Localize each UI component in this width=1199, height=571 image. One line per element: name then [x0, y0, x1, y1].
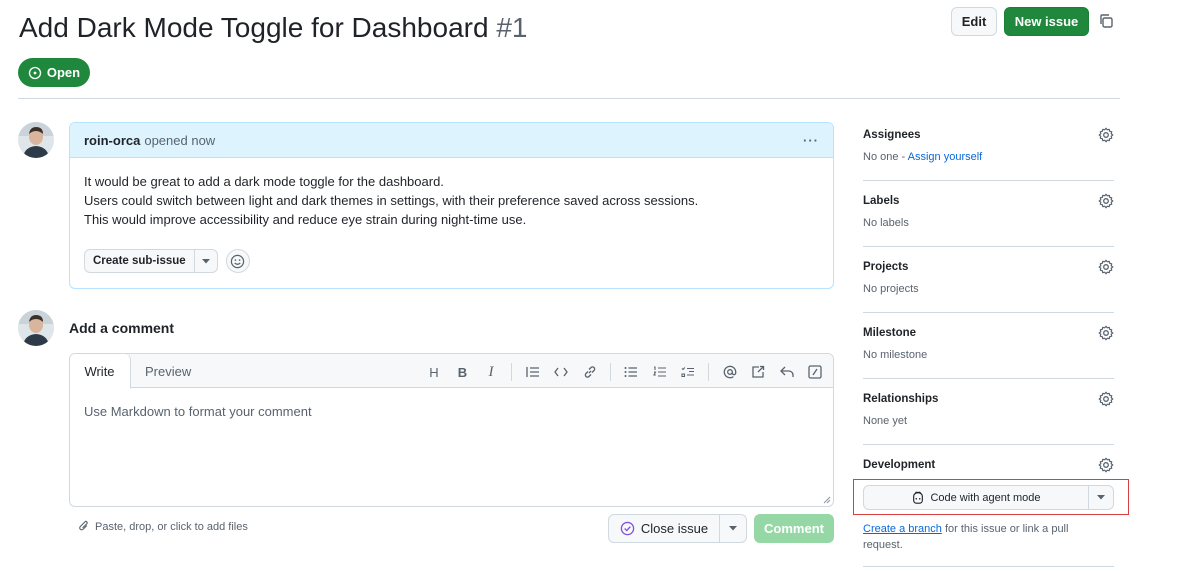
sidebar-heading[interactable]: Assignees — [863, 129, 1114, 141]
heading-icon[interactable]: H — [426, 364, 442, 380]
sidebar-heading[interactable]: Development — [863, 459, 1114, 471]
sidebar-value: No one - Assign yourself — [863, 151, 1114, 163]
smiley-icon — [230, 254, 245, 268]
gear-icon[interactable] — [1098, 391, 1114, 407]
task-list-icon[interactable] — [680, 364, 696, 380]
divider — [18, 98, 1120, 99]
slash-command-icon[interactable] — [807, 364, 823, 380]
sidebar-value: No labels — [863, 217, 909, 229]
add-reaction-button[interactable] — [225, 249, 250, 273]
status-badge: Open — [18, 58, 90, 87]
create-sub-issue-label[interactable]: Create sub-issue — [85, 250, 195, 272]
issue-open-icon — [28, 66, 42, 79]
close-issue-main[interactable]: Close issue — [609, 515, 720, 542]
divider — [863, 312, 1114, 313]
sidebar-projects: Projects No projects — [863, 259, 1114, 295]
issue-comment: roin-orca opened now ··· It would be gre… — [69, 122, 834, 289]
divider — [863, 246, 1114, 247]
comment-line: It would be great to add a dark mode tog… — [84, 174, 444, 189]
ordered-list-icon[interactable] — [652, 364, 668, 380]
sidebar-value: No projects — [863, 283, 919, 295]
tab-preview[interactable]: Preview — [145, 354, 191, 389]
gear-icon[interactable] — [1098, 325, 1114, 341]
add-comment-heading: Add a comment — [69, 320, 175, 336]
sidebar-relationships: Relationships None yet — [863, 391, 1114, 427]
gear-icon[interactable] — [1098, 127, 1114, 143]
issue-title: Add Dark Mode Toggle for Dashboard #1 — [19, 10, 527, 46]
link-icon[interactable] — [582, 364, 598, 380]
comment-line: Users could switch between light and dar… — [84, 193, 699, 208]
resize-handle-icon[interactable] — [823, 496, 831, 504]
reply-icon[interactable] — [779, 364, 795, 380]
chevron-down-icon[interactable] — [1089, 486, 1113, 509]
sidebar-assignees: Assignees No one - Assign yourself — [863, 127, 1114, 163]
editor-toolbar: Write Preview H B I — [70, 354, 833, 389]
create-sub-issue-button: Create sub-issue — [84, 249, 218, 273]
divider — [863, 444, 1114, 445]
chevron-down-icon[interactable] — [195, 250, 217, 272]
divider — [863, 566, 1114, 567]
file-attach-hint[interactable]: Paste, drop, or click to add files — [78, 520, 248, 533]
close-issue-button: Close issue — [608, 514, 747, 543]
reference-icon[interactable] — [750, 364, 766, 380]
comment-body: It would be great to add a dark mode tog… — [70, 158, 833, 229]
code-with-agent-label: Code with agent mode — [930, 491, 1041, 504]
create-branch-link[interactable]: Create a branch — [863, 523, 942, 535]
comment-header: roin-orca opened now ··· — [70, 123, 833, 158]
kebab-menu-icon[interactable]: ··· — [803, 133, 819, 148]
no-assignee-label: No one - — [863, 151, 908, 163]
edit-button[interactable]: Edit — [951, 7, 997, 36]
close-issue-label: Close issue — [640, 521, 709, 536]
paperclip-icon — [79, 520, 88, 531]
divider — [863, 180, 1114, 181]
code-icon[interactable] — [553, 364, 569, 380]
avatar[interactable] — [18, 122, 54, 158]
sidebar-heading[interactable]: Milestone — [863, 327, 1114, 339]
paste-hint-label: Paste, drop, or click to add files — [95, 520, 248, 533]
sidebar-heading[interactable]: Relationships — [863, 393, 1114, 405]
tab-write[interactable]: Write — [70, 354, 131, 389]
sidebar-value: No milestone — [863, 349, 928, 361]
divider — [511, 363, 512, 381]
copy-icon[interactable] — [1098, 13, 1114, 29]
sidebar-milestone: Milestone No milestone — [863, 325, 1114, 361]
divider — [609, 363, 611, 381]
code-with-agent-button: Code with agent mode — [863, 485, 1114, 510]
comment-button[interactable]: Comment — [754, 514, 834, 543]
new-issue-button[interactable]: New issue — [1004, 7, 1089, 36]
check-circle-icon — [620, 521, 635, 536]
comment-editor: Write Preview H B I Use Markdown to form… — [69, 353, 834, 507]
gear-icon[interactable] — [1098, 457, 1114, 473]
gear-icon[interactable] — [1098, 193, 1114, 209]
italic-icon[interactable]: I — [483, 364, 499, 380]
comment-author[interactable]: roin-orca — [84, 133, 140, 148]
sidebar-heading[interactable]: Projects — [863, 261, 1114, 273]
avatar[interactable] — [18, 310, 54, 346]
sidebar-development: Development — [863, 457, 1114, 473]
divider — [863, 378, 1114, 379]
comment-textarea[interactable]: Use Markdown to format your comment — [70, 388, 833, 435]
bold-icon[interactable]: B — [455, 364, 471, 380]
gear-icon[interactable] — [1098, 259, 1114, 275]
sidebar-labels: Labels No labels — [863, 193, 1114, 229]
chevron-down-icon[interactable] — [720, 515, 746, 542]
comment-line: This would improve accessibility and red… — [84, 212, 527, 227]
assign-yourself-link[interactable]: Assign yourself — [908, 151, 983, 163]
quote-icon[interactable] — [525, 364, 541, 380]
issue-title-text: Add Dark Mode Toggle for Dashboard — [19, 12, 489, 43]
divider — [708, 363, 709, 381]
sidebar-value: None yet — [863, 415, 908, 427]
issue-number: #1 — [496, 12, 528, 43]
sidebar-heading[interactable]: Labels — [863, 195, 1114, 207]
code-with-agent-main[interactable]: Code with agent mode — [864, 486, 1089, 509]
status-label: Open — [46, 65, 81, 80]
copilot-icon — [913, 491, 924, 504]
comment-timestamp[interactable]: opened now — [144, 133, 215, 148]
development-hint: Create a branch for this issue or link a… — [863, 521, 1103, 553]
mention-icon[interactable] — [722, 364, 738, 380]
unordered-list-icon[interactable] — [623, 364, 639, 380]
